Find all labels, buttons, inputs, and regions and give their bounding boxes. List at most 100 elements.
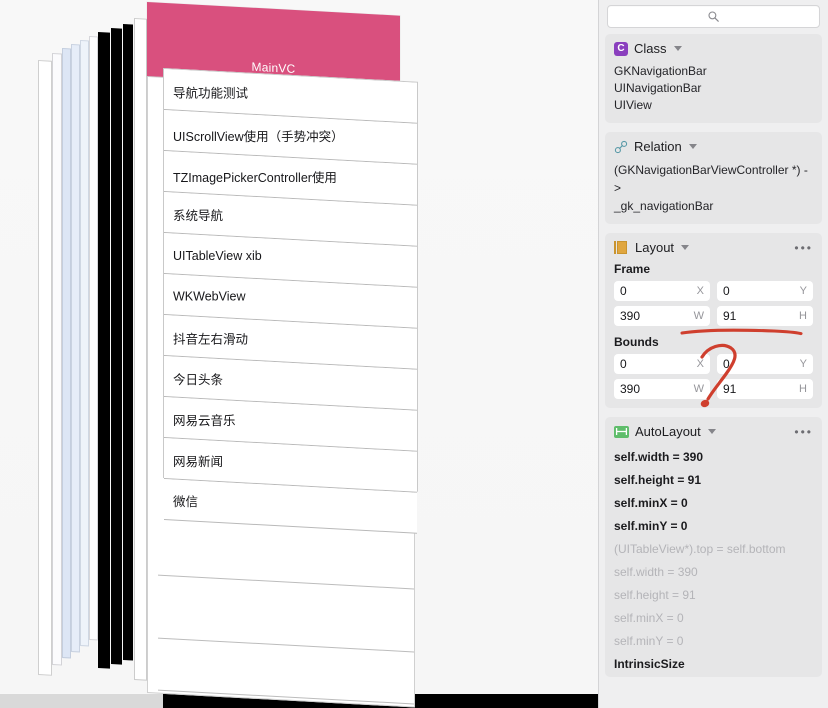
constraint-item[interactable]: self.height = 91 — [614, 584, 813, 607]
bounds-y-value: 0 — [723, 357, 730, 371]
layer-plane-tint-1 — [62, 48, 71, 659]
object-inspector-sidebar[interactable]: C Class GKNavigationBar UINavigationBar UI… — [598, 0, 828, 708]
frame-x-unit: X — [696, 285, 704, 297]
class-hierarchy-item[interactable]: UINavigationBar — [614, 80, 813, 97]
table-row-label: WKWebView — [173, 289, 246, 304]
bounds-w-field[interactable]: 390 W — [614, 379, 710, 399]
class-panel[interactable]: C Class GKNavigationBar UINavigationBar UI… — [605, 34, 822, 123]
constraint-item[interactable]: self.width = 390 — [614, 446, 813, 469]
autolayout-icon — [614, 425, 629, 438]
layout-more-button[interactable]: ••• — [794, 242, 813, 254]
bounds-position-row: 0 X 0 Y — [614, 354, 813, 374]
constraint-item[interactable]: self.minX = 0 — [614, 492, 813, 515]
autolayout-panel[interactable]: AutoLayout ••• self.width = 390 self.heig… — [605, 417, 822, 677]
table-row-label: 今日头条 — [173, 372, 224, 387]
table-row-label: 导航功能测试 — [173, 86, 249, 101]
bounds-section-label: Bounds — [614, 335, 659, 349]
constraint-item[interactable]: self.minX = 0 — [614, 607, 813, 630]
content-guide-line — [158, 637, 414, 653]
layer-plane-tint-2 — [71, 44, 80, 653]
layer-plane-tint-3 — [80, 40, 89, 647]
chevron-down-icon[interactable] — [707, 429, 716, 434]
relation-panel-header[interactable]: Relation — [614, 139, 813, 154]
chevron-down-icon[interactable] — [688, 144, 697, 149]
autolayout-constraint-list: self.width = 390 self.height = 91 self.min… — [614, 446, 813, 653]
bounds-h-field[interactable]: 91 H — [717, 379, 813, 399]
chevron-down-icon[interactable] — [681, 245, 690, 250]
class-hierarchy-list: GKNavigationBar UINavigationBar UIView — [614, 63, 813, 114]
layer-plane-window — [38, 60, 52, 676]
relation-line: (GKNavigationBarViewController *) -> — [614, 163, 808, 195]
frame-x-field[interactable]: 0 X — [614, 281, 710, 301]
layout-panel-header[interactable]: Layout ••• — [614, 240, 813, 255]
constraint-item[interactable]: self.minY = 0 — [614, 630, 813, 653]
view-debugger-canvas[interactable]: MainVC 导航功能测试 UIScrollView使用（手势冲突） TZImage… — [0, 0, 598, 708]
relation-panel-title: Relation — [634, 139, 682, 154]
search-bar-container — [599, 0, 828, 34]
tableview-plane[interactable]: 导航功能测试 UIScrollView使用（手势冲突） TZImagePickerC… — [163, 68, 418, 534]
chevron-down-icon[interactable] — [673, 46, 682, 51]
bounds-w-unit: W — [693, 383, 704, 395]
bounds-y-unit: Y — [799, 358, 807, 370]
search-icon — [708, 11, 719, 22]
layer-plane-white-2 — [134, 18, 147, 681]
layout-panel-title: Layout — [635, 240, 675, 255]
frame-w-unit: W — [693, 310, 704, 322]
bounds-w-value: 390 — [620, 382, 641, 396]
frame-w-field[interactable]: 390 W — [614, 306, 710, 326]
frame-w-value: 390 — [620, 309, 641, 323]
layer-plane-backdrop — [52, 53, 62, 666]
constraint-item[interactable]: self.height = 91 — [614, 469, 813, 492]
table-row-label: 网易云音乐 — [173, 413, 236, 428]
bounds-x-field[interactable]: 0 X — [614, 354, 710, 374]
frame-h-field[interactable]: 91 H — [717, 306, 813, 326]
bounds-y-field[interactable]: 0 Y — [717, 354, 813, 374]
table-row-label: 系统导航 — [173, 208, 224, 223]
frame-y-field[interactable]: 0 Y — [717, 281, 813, 301]
layer-plane-dark-3 — [123, 24, 133, 661]
link-icon — [614, 140, 628, 154]
bounds-x-value: 0 — [620, 357, 627, 371]
frame-x-value: 0 — [620, 284, 627, 298]
table-row-label: 网易新闻 — [173, 454, 224, 469]
relation-panel[interactable]: Relation (GKNavigationBarViewController … — [605, 132, 822, 224]
frame-y-value: 0 — [723, 284, 730, 298]
autolayout-more-button[interactable]: ••• — [794, 426, 813, 438]
bounds-size-row: 390 W 91 H — [614, 379, 813, 399]
relation-description: (GKNavigationBarViewController *) -> _gk_… — [614, 161, 813, 215]
layout-panel[interactable]: Layout ••• Frame 0 X 0 Y 390 W 91 H Boun… — [605, 233, 822, 408]
bounds-h-unit: H — [799, 383, 807, 395]
bounds-h-value: 91 — [723, 382, 737, 396]
frame-y-unit: Y — [799, 285, 807, 297]
relation-line: _gk_navigationBar — [614, 199, 714, 213]
layer-plane-white-1 — [89, 36, 98, 641]
frame-position-row: 0 X 0 Y — [614, 281, 813, 301]
table-row-label: 抖音左右滑动 — [173, 332, 249, 347]
bounds-x-unit: X — [696, 358, 704, 370]
layer-plane-dark-2 — [111, 28, 122, 665]
autolayout-panel-header[interactable]: AutoLayout ••• — [614, 424, 813, 439]
table-row-label: UITableView xib — [173, 248, 262, 263]
content-guide-line — [158, 574, 414, 590]
tableview-rows: 导航功能测试 UIScrollView使用（手势冲突） TZImagePickerC… — [164, 69, 417, 534]
frame-size-row: 390 W 91 H — [614, 306, 813, 326]
layer-plane-dark-1 — [98, 32, 110, 669]
table-row-label: TZImagePickerController使用 — [173, 170, 337, 185]
constraint-item[interactable]: self.width = 390 — [614, 561, 813, 584]
constraint-item[interactable]: self.minY = 0 — [614, 515, 813, 538]
search-input[interactable] — [607, 5, 820, 28]
table-row-label: UIScrollView使用（手势冲突） — [173, 129, 344, 144]
class-badge-icon: C — [614, 41, 628, 56]
table-row-label: 微信 — [173, 494, 199, 509]
frame-h-value: 91 — [723, 309, 737, 323]
intrinsic-size-label: IntrinsicSize — [614, 657, 685, 671]
layout-icon — [614, 241, 629, 254]
autolayout-panel-title: AutoLayout — [635, 424, 701, 439]
constraint-item[interactable]: (UITableView*).top = self.bottom — [614, 538, 813, 561]
class-hierarchy-item[interactable]: GKNavigationBar — [614, 63, 813, 80]
frame-section-label: Frame — [614, 262, 651, 276]
canvas-bottom-shelf — [0, 694, 163, 708]
class-panel-header[interactable]: C Class — [614, 41, 813, 56]
class-hierarchy-item[interactable]: UIView — [614, 97, 813, 114]
class-panel-title: Class — [634, 41, 667, 56]
